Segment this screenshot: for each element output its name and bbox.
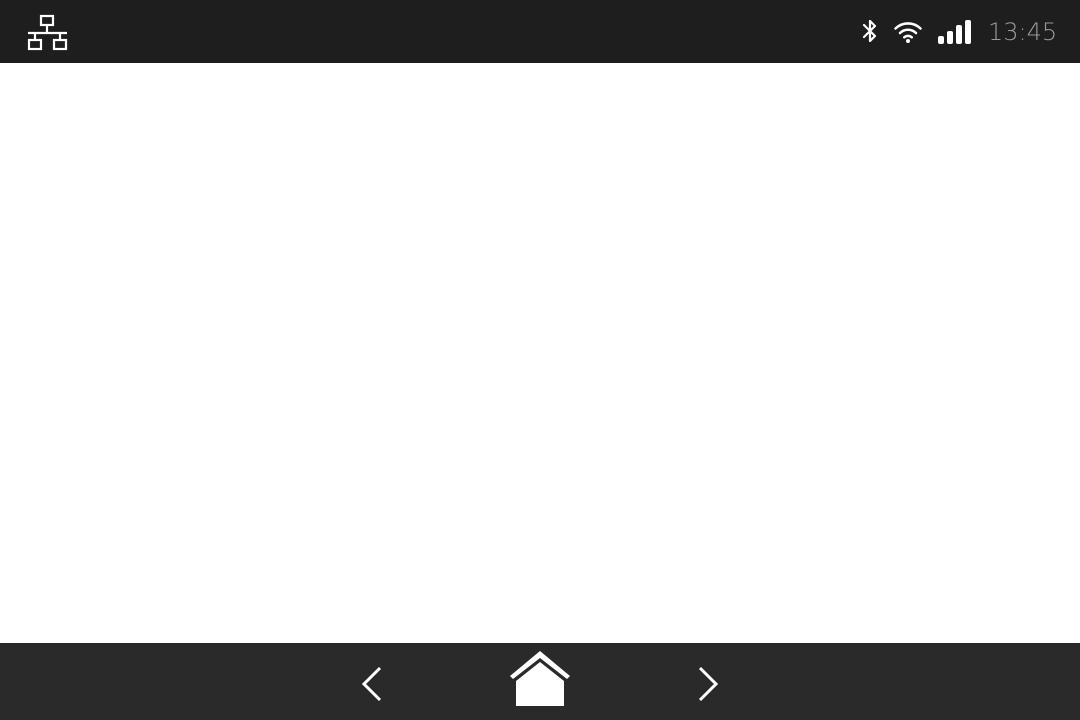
back-button[interactable]: [352, 660, 396, 708]
forward-button[interactable]: [686, 660, 730, 708]
bluetooth-icon: [860, 17, 880, 45]
network-topology-icon[interactable]: [26, 14, 70, 52]
main-content-area: [0, 63, 1080, 643]
device-screen: 13:45: [0, 0, 1080, 720]
forward-icon: [698, 666, 719, 702]
home-button[interactable]: [506, 648, 574, 710]
status-bar: 13:45: [0, 0, 1080, 63]
back-icon: [361, 666, 382, 702]
home-icon: [510, 651, 570, 706]
wifi-icon: [893, 20, 923, 44]
status-clock: 13:45: [988, 18, 1058, 46]
cellular-signal-icon: [937, 19, 973, 45]
